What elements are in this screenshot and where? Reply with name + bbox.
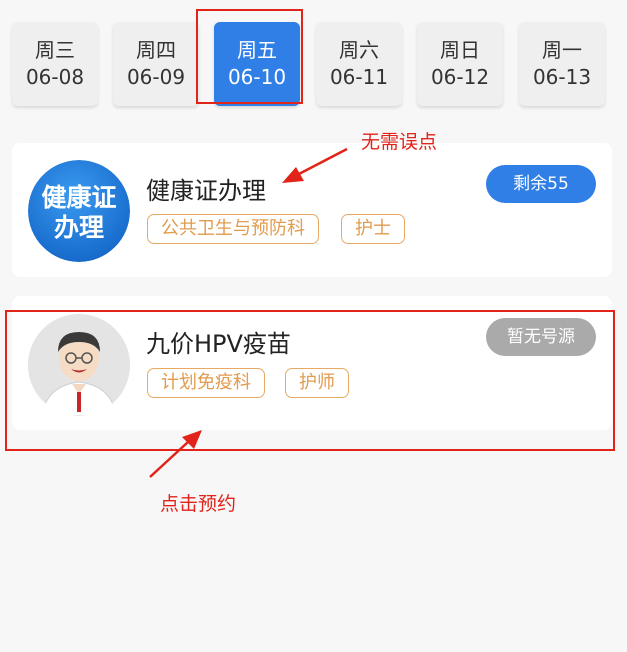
annotation-arrows-icon [149,147,348,478]
no-click-annotation: 无需误点 [361,131,438,153]
click-to-book-annotation: 点击预约 [160,493,237,515]
